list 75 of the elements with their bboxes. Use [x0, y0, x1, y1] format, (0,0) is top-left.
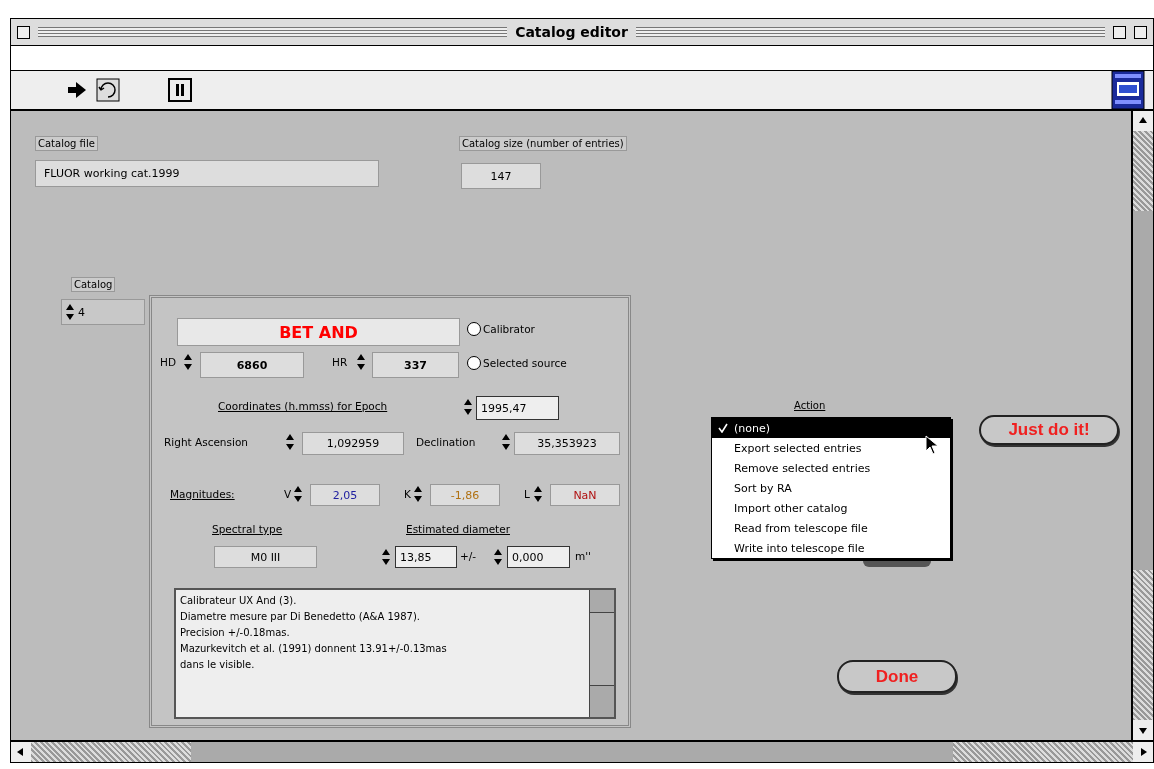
diameter-error-field[interactable]: 0,000: [507, 546, 570, 568]
scroll-left-icon[interactable]: [11, 742, 31, 762]
spinner-arrows-icon[interactable]: [534, 486, 542, 502]
mouse-pointer-icon: [925, 435, 939, 455]
band-label: K: [404, 488, 411, 500]
catalog-size-field: 147: [461, 163, 541, 189]
spinner-arrows-icon[interactable]: [294, 486, 302, 502]
run-arrow-icon[interactable]: [66, 81, 88, 99]
band-label: L: [524, 488, 530, 500]
continuous-run-icon[interactable]: [96, 78, 120, 102]
collapse-box[interactable]: [1134, 25, 1147, 39]
spinner-arrows-icon[interactable]: [286, 434, 294, 450]
note-line: Diametre mesure par Di Benedetto (A&A 1987).: [180, 610, 421, 624]
scroll-down-icon[interactable]: [1133, 720, 1153, 740]
right-ascension-label: Right Ascension: [164, 436, 248, 448]
diameter-field[interactable]: 13,85: [395, 546, 457, 568]
magnitudes-label: Magnitudes:: [170, 488, 235, 500]
close-box[interactable]: [17, 25, 30, 39]
note-line: dans le visible.: [180, 658, 256, 672]
hd-field[interactable]: 6860: [200, 352, 304, 378]
band-label: V: [284, 488, 292, 500]
scroll-right-icon[interactable]: [1133, 742, 1153, 762]
menu-item[interactable]: Export selected entries: [712, 438, 950, 458]
spinner-arrows-icon[interactable]: [357, 354, 365, 370]
scroll-thumb[interactable]: [1133, 211, 1153, 570]
spinner-arrows-icon[interactable]: [502, 434, 510, 450]
spinner-arrows-icon[interactable]: [382, 549, 390, 565]
spinner-arrows-icon[interactable]: [464, 399, 472, 415]
catalog-file-field[interactable]: FLUOR working cat.1999: [35, 160, 379, 187]
menu-item[interactable]: Write into telescope file: [712, 538, 950, 558]
right-ascension-field[interactable]: 1,092959: [302, 432, 404, 455]
radio-button[interactable]: Calibrator: [467, 322, 535, 336]
magnitude-field[interactable]: 2,05: [310, 484, 380, 506]
notes-scrollbar[interactable]: [589, 590, 614, 717]
diameter-label: Estimated diameter: [406, 523, 510, 535]
menu-item[interactable]: Remove selected entries: [712, 458, 950, 478]
spectral-type-field[interactable]: M0 III: [214, 546, 317, 568]
unit-label: m'': [575, 550, 591, 562]
note-line: Mazurkevitch et al. (1991) donnent 13.91+/-0.13mas: [180, 642, 448, 656]
spectral-type-label: Spectral type: [212, 523, 283, 535]
menu-item[interactable]: (none): [712, 418, 950, 438]
field-label: Catalog file: [35, 136, 98, 151]
plus-minus-label: +/-: [460, 550, 477, 562]
declination-label: Declination: [416, 436, 476, 448]
title-stripes[interactable]: [635, 27, 1105, 37]
pause-icon[interactable]: [168, 78, 192, 102]
note-line: Calibrateur UX And (3).: [180, 594, 298, 608]
window-title: Catalog editor: [515, 24, 628, 40]
radio-button[interactable]: Selected source: [467, 356, 567, 370]
spinner-arrows-icon[interactable]: [414, 486, 422, 502]
menu-item[interactable]: Read from telescope file: [712, 518, 950, 538]
scroll-up-icon[interactable]: [1133, 111, 1153, 131]
menu-item[interactable]: Sort by RA: [712, 478, 950, 498]
menu-item[interactable]: Import other catalog: [712, 498, 950, 518]
spinner-arrows-icon[interactable]: [494, 549, 502, 565]
notes-textbox[interactable]: Calibrateur UX And (3). Diametre mesure par Di Benedetto (A&A 1987). Precision +/-0.18mas. Mazurkevitch et al. (1991) donnent 13.91+/-0.13mas dans le visible.: [174, 588, 616, 719]
declination-field[interactable]: 35,353923: [514, 432, 620, 455]
spinner-arrows-icon[interactable]: [66, 304, 74, 320]
hd-label: HD: [160, 356, 176, 368]
hr-field[interactable]: 337: [372, 352, 459, 378]
spinner-arrows-icon[interactable]: [184, 354, 192, 370]
catalog-index-field[interactable]: 4: [61, 299, 145, 325]
field-label: Catalog: [71, 277, 116, 292]
scroll-thumb[interactable]: [191, 742, 953, 762]
hr-label: HR: [332, 356, 348, 368]
field-label: Catalog size (number of entries): [459, 136, 627, 151]
note-line: Precision +/-0.18mas.: [180, 626, 291, 640]
action-menu[interactable]: (none) Export selected entries Remove selected entries Sort by RA Import other catalog Read from telescope file Write into telescope file: [711, 417, 951, 559]
magnitude-field[interactable]: NaN: [550, 484, 620, 506]
title-stripes[interactable]: [38, 27, 508, 37]
zoom-box[interactable]: [1113, 25, 1126, 39]
checkmark-icon: [718, 423, 728, 433]
coordinates-label: Coordinates (h.mmss) for Epoch: [218, 400, 388, 412]
action-label: Action: [793, 399, 827, 412]
epoch-field[interactable]: 1995,47: [476, 396, 559, 420]
